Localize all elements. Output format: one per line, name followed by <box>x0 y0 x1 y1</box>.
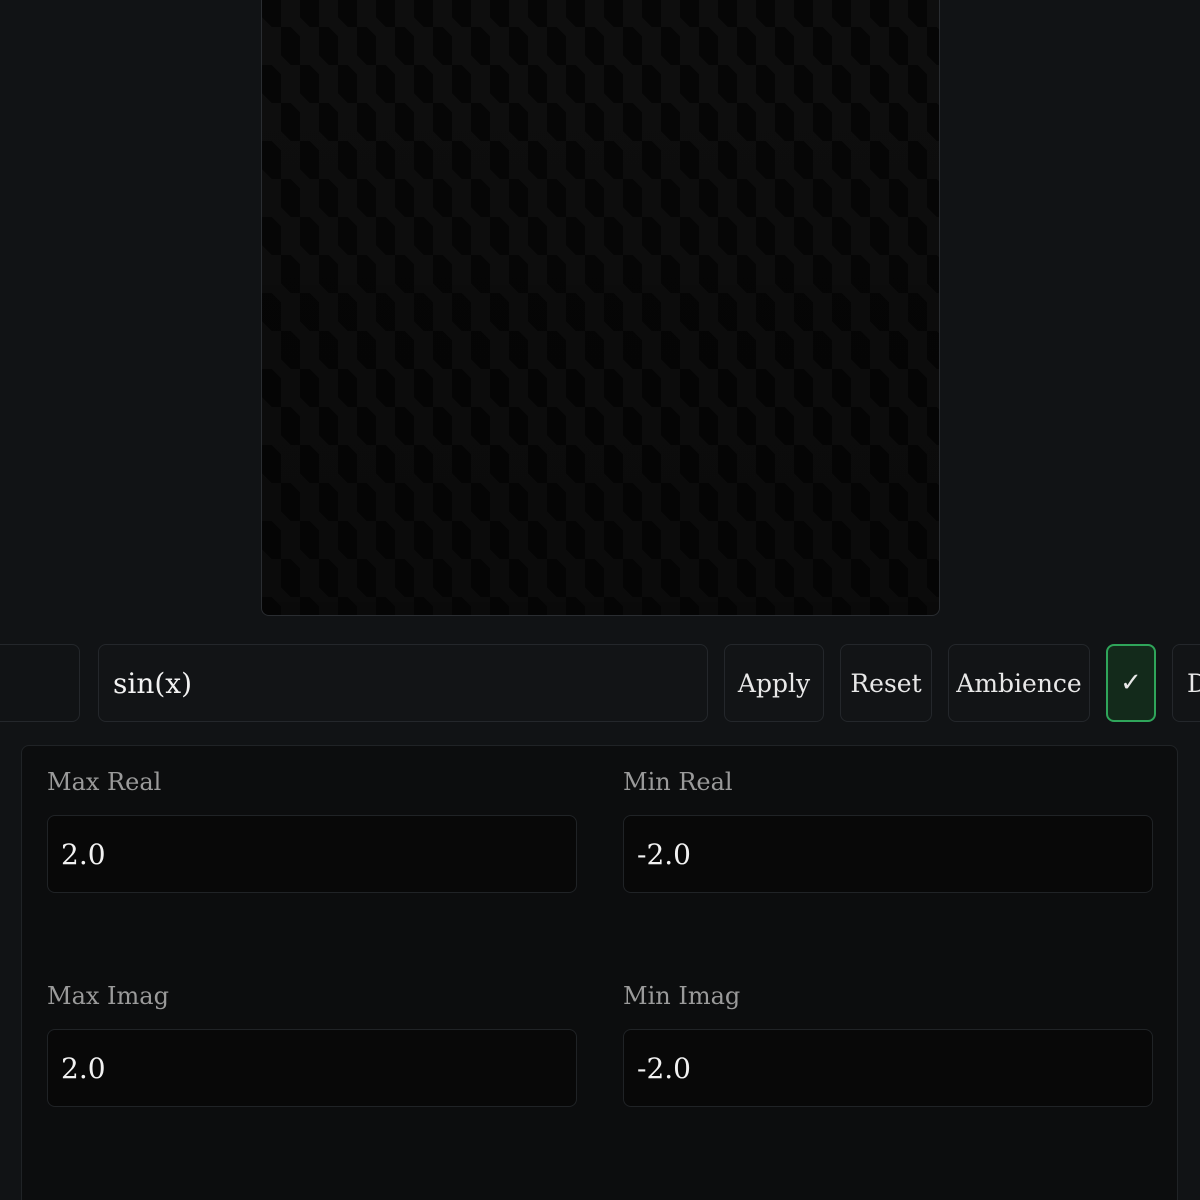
overflow-button-label: D <box>1187 668 1200 698</box>
ambience-button[interactable]: Ambience <box>948 644 1090 722</box>
expression-input[interactable] <box>98 644 708 722</box>
canvas-shade <box>262 0 939 615</box>
page-root: Apply Reset Ambience ✓ D Max Real Min Re… <box>0 0 1200 1200</box>
apply-button[interactable]: Apply <box>724 644 824 722</box>
max-real-label: Max Real <box>47 768 162 796</box>
plot-canvas[interactable] <box>261 0 940 616</box>
apply-button-label: Apply <box>737 668 811 698</box>
max-imag-input[interactable] <box>47 1029 577 1107</box>
min-real-label: Min Real <box>623 768 733 796</box>
min-imag-input[interactable] <box>623 1029 1153 1107</box>
max-imag-label: Max Imag <box>47 982 169 1010</box>
toggle-check-button[interactable]: ✓ <box>1106 644 1156 722</box>
overflow-button[interactable]: D <box>1172 644 1200 722</box>
ambience-button-label: Ambience <box>956 668 1082 698</box>
reset-button[interactable]: Reset <box>840 644 932 722</box>
checkmark-icon: ✓ <box>1120 668 1142 698</box>
reset-button-label: Reset <box>850 668 922 698</box>
toolbar-left-control[interactable] <box>0 644 80 722</box>
max-real-input[interactable] <box>47 815 577 893</box>
toolbar: Apply Reset Ambience ✓ D <box>0 644 1200 724</box>
min-real-input[interactable] <box>623 815 1153 893</box>
range-settings-panel: Max Real Min Real Max Imag Min Imag <box>21 745 1178 1200</box>
min-imag-label: Min Imag <box>623 982 741 1010</box>
